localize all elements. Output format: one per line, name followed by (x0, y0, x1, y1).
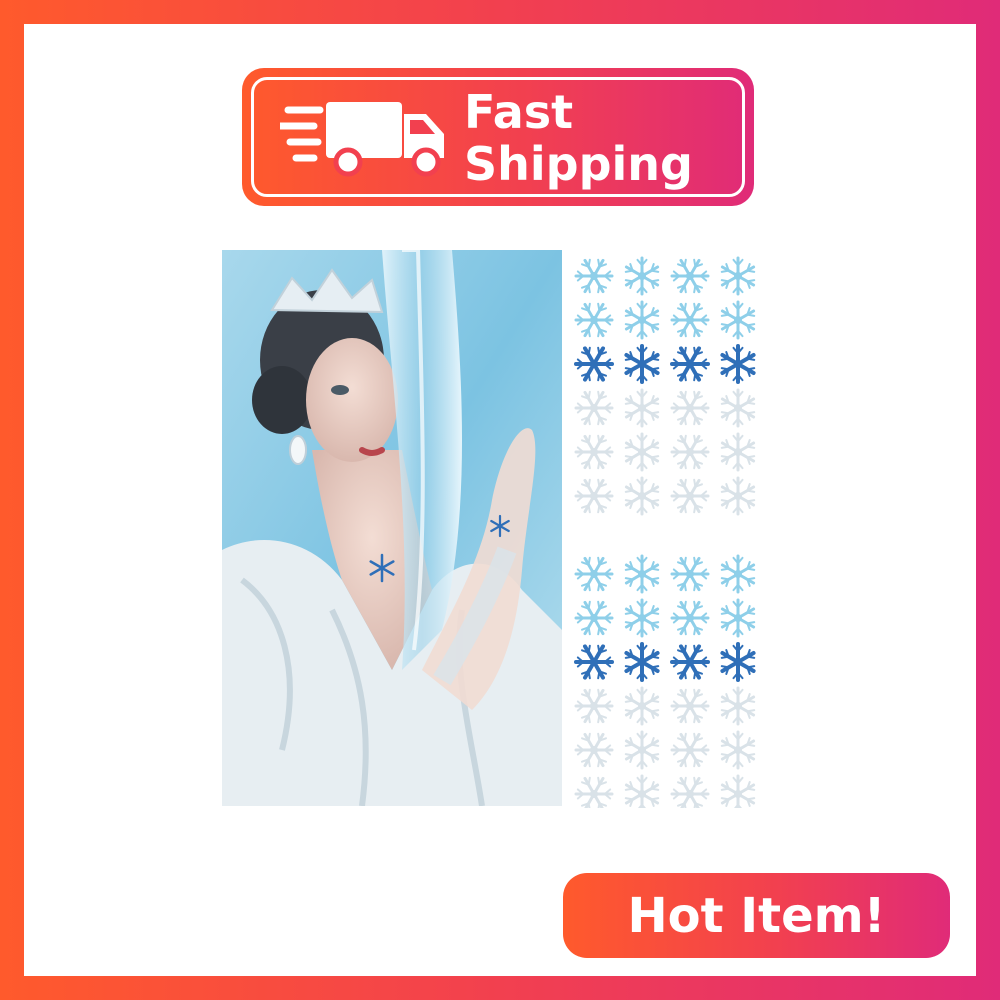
hot-item-label: Hot Item! (627, 887, 886, 944)
snowflake-icon (670, 258, 710, 294)
snowflake-icon (624, 344, 660, 384)
snowflake-icon (720, 388, 756, 428)
snowflake-icon (624, 256, 660, 296)
snowflake-icon (670, 556, 710, 592)
snowflake-icon (624, 686, 660, 726)
snowflake-icon (670, 644, 710, 680)
snowflake-icon (720, 774, 756, 814)
snowflake-icon (574, 732, 614, 768)
snowflake-icon (670, 434, 710, 470)
snowflake-icon (624, 554, 660, 594)
snowflake-icon (670, 776, 710, 812)
snowflake-icon (720, 554, 756, 594)
snowflake-icon (574, 478, 614, 514)
snowflake-icon (624, 476, 660, 516)
snowflake-icon (624, 642, 660, 682)
snowflake-grid (574, 256, 756, 814)
snowflake-icon (670, 390, 710, 426)
snowflake-icon (574, 302, 614, 338)
snowflake-icon (624, 774, 660, 814)
snowflake-icon (720, 344, 756, 384)
snowflake-icon (670, 732, 710, 768)
snowflake-icon (574, 644, 614, 680)
snowflake-icon (624, 730, 660, 770)
snowflake-icon (574, 776, 614, 812)
fast-shipping-text: Fast Shipping (464, 86, 693, 190)
snowflake-icon (720, 300, 756, 340)
snowflake-icon (720, 686, 756, 726)
snowflake-icon (670, 346, 710, 382)
snowflake-icon (670, 478, 710, 514)
snowflake-icon (574, 556, 614, 592)
fast-shipping-line1: Fast (464, 85, 574, 139)
snowflake-icon (670, 688, 710, 724)
model-illustration (222, 250, 562, 806)
snowflake-icon (574, 688, 614, 724)
snowflake-icon (624, 388, 660, 428)
snowflake-icon (624, 300, 660, 340)
snowflake-icon (720, 730, 756, 770)
snowflake-icon (574, 434, 614, 470)
snowflake-icon (574, 346, 614, 382)
snowflake-icon (574, 258, 614, 294)
delivery-truck-icon (280, 102, 444, 177)
fast-shipping-badge: Fast Shipping (242, 68, 754, 206)
snowflake-icon (720, 432, 756, 472)
snowflake-icon (624, 432, 660, 472)
hot-item-badge: Hot Item! (563, 873, 950, 958)
snowflake-icon (720, 476, 756, 516)
model-photo (222, 250, 562, 806)
snowflake-icon (670, 302, 710, 338)
snowflake-icon (670, 600, 710, 636)
snowflake-icon (574, 390, 614, 426)
snowflake-icon (624, 598, 660, 638)
snowflake-icon (574, 600, 614, 636)
snowflake-tattoo-sheet (570, 252, 770, 814)
snowflake-icon (720, 598, 756, 638)
fast-shipping-line2: Shipping (464, 137, 693, 191)
snowflake-icon (720, 642, 756, 682)
snowflake-icon (720, 256, 756, 296)
